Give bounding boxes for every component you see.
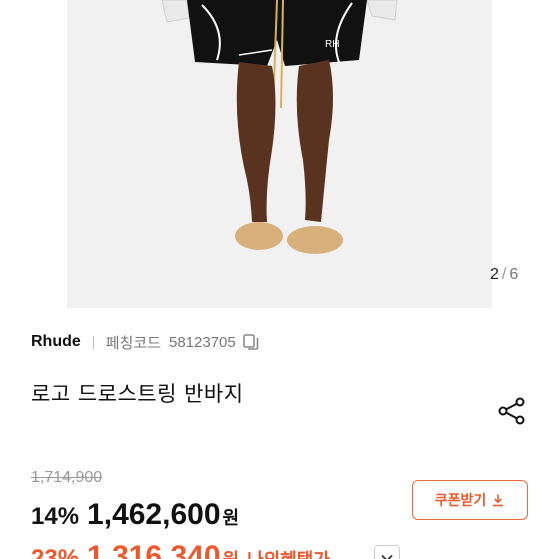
currency-unit: 원	[222, 508, 240, 529]
svg-text:RH: RH	[325, 39, 339, 50]
discount-rate: 14%	[31, 503, 80, 530]
original-price: 1,714,900	[31, 469, 103, 486]
benefit-price: 1,316,340	[87, 540, 221, 559]
sale-price: 1,462,600	[87, 498, 221, 531]
benefit-price-row: 23% 1,316,340 원 나의혜택가	[31, 540, 330, 559]
brand-row: Rhude 페칭코드 58123705	[31, 331, 260, 353]
benefit-discount-rate: 23%	[31, 545, 80, 559]
product-title: 로고 드로스트링 반바지	[31, 382, 244, 406]
benefit-label: 나의혜택가	[247, 546, 330, 559]
chevron-down-icon	[381, 547, 393, 559]
share-icon[interactable]	[496, 395, 528, 427]
sale-price-row: 14% 1,462,600 원	[31, 498, 239, 532]
coupon-download-button[interactable]: 쿠폰받기	[412, 480, 528, 520]
page-current: 2	[490, 266, 499, 283]
product-image-carousel[interactable]: RH 2/6	[0, 0, 559, 309]
download-icon	[491, 493, 505, 507]
copy-icon[interactable]	[242, 333, 260, 351]
brand-divider	[92, 335, 94, 349]
coupon-button-label: 쿠폰받기	[434, 493, 487, 509]
image-page-indicator: 2/6	[490, 266, 518, 284]
product-code-label: 페칭코드	[105, 333, 161, 352]
benefit-expand-button[interactable]	[374, 545, 400, 559]
product-image[interactable]: RH	[67, 0, 492, 308]
page-separator: /	[501, 266, 507, 283]
page-total: 6	[509, 266, 519, 283]
product-code-value: 58123705	[168, 333, 236, 351]
brand-link[interactable]: Rhude	[31, 333, 81, 351]
benefit-currency-unit: 원	[223, 546, 240, 559]
